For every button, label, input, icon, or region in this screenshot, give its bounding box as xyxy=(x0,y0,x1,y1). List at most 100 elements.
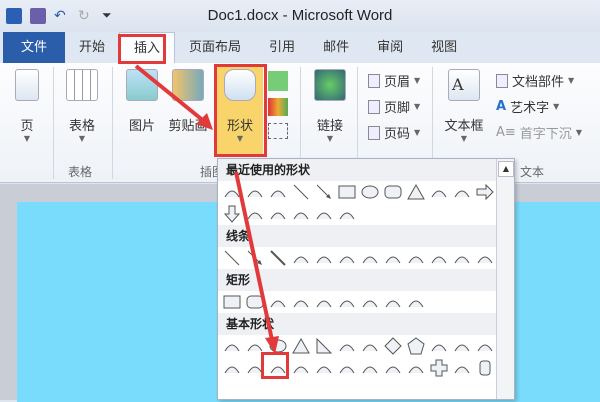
tab-review[interactable]: 审阅 xyxy=(363,32,417,63)
trapezoid-shape-icon[interactable] xyxy=(360,336,380,356)
can-shape-icon[interactable] xyxy=(475,358,495,378)
tab-page-layout[interactable]: 页面布局 xyxy=(175,32,255,63)
highlight-insert-tab xyxy=(118,34,166,64)
footer-button[interactable]: 页脚 ▼ xyxy=(368,97,420,116)
textbox-shape-icon[interactable] xyxy=(222,336,242,356)
round1-shape-icon[interactable] xyxy=(360,292,380,312)
arc-shape-icon[interactable] xyxy=(291,204,311,224)
clipart-button[interactable]: 剪贴画 xyxy=(165,69,211,134)
elbow-shape-icon[interactable] xyxy=(291,248,311,268)
textbox-button[interactable]: A 文本框 ▼ xyxy=(440,69,488,143)
oval-shape-icon[interactable] xyxy=(360,182,380,202)
ribbon-tabs: 文件 开始 插入 页面布局 引用 邮件 审阅 视图 xyxy=(0,32,600,63)
tab-view[interactable]: 视图 xyxy=(417,32,471,63)
tab-mailings[interactable]: 邮件 xyxy=(309,32,363,63)
screenshot-icon[interactable] xyxy=(268,123,288,139)
scribble-shape-icon[interactable] xyxy=(268,204,288,224)
diamond-shape-icon[interactable] xyxy=(383,336,403,356)
line-shape-icon[interactable] xyxy=(222,248,242,268)
explosion-shape-icon[interactable] xyxy=(222,182,242,202)
gallery-scrollbar[interactable]: ▲ xyxy=(496,159,514,399)
rounded-rect-shape-icon[interactable] xyxy=(245,292,265,312)
elbow-shape-icon[interactable] xyxy=(429,182,449,202)
plaque-shape-icon[interactable] xyxy=(452,358,472,378)
down-arrow-shape-icon[interactable] xyxy=(222,204,242,224)
gallery-section-title: 最近使用的形状 xyxy=(218,159,497,181)
drop-cap-button[interactable]: A≡ 首字下沉 ▼ xyxy=(496,123,582,142)
header-label: 页眉 xyxy=(384,75,411,90)
brace-shape-icon[interactable] xyxy=(337,204,357,224)
tab-file[interactable]: 文件 xyxy=(3,32,65,63)
page-number-label: 页码 xyxy=(384,127,411,142)
picture-button[interactable]: 图片 xyxy=(122,69,162,134)
triangle-shape-icon[interactable] xyxy=(406,182,426,202)
page-button[interactable]: 页 ▼ xyxy=(12,69,42,143)
decagon-shape-icon[interactable] xyxy=(222,358,242,378)
hexagon-shape-icon[interactable] xyxy=(429,336,449,356)
half-frame-shape-icon[interactable] xyxy=(360,358,380,378)
snip-diag-shape-icon[interactable] xyxy=(314,292,334,312)
wordart-button[interactable]: A 艺术字 ▼ xyxy=(496,97,559,116)
round2-shape-icon[interactable] xyxy=(383,292,403,312)
curve-arrow-shape-icon[interactable] xyxy=(383,248,403,268)
scribble-shape-icon[interactable] xyxy=(475,248,495,268)
chart-icon[interactable] xyxy=(268,98,288,116)
tab-references[interactable]: 引用 xyxy=(255,32,309,63)
teardrop-shape-icon[interactable] xyxy=(314,358,334,378)
curve-double-shape-icon[interactable] xyxy=(406,248,426,268)
pentagon-shape-icon[interactable] xyxy=(406,336,426,356)
header-button[interactable]: 页眉 ▼ xyxy=(368,71,420,90)
page-label: 页 xyxy=(20,119,34,134)
clipart-label: 剪贴画 xyxy=(168,119,208,134)
l-shape-shape-icon[interactable] xyxy=(383,358,403,378)
heptagon-shape-icon[interactable] xyxy=(452,336,472,356)
elbow-double-shape-icon[interactable] xyxy=(337,248,357,268)
cross-shape-icon[interactable] xyxy=(429,358,449,378)
page-number-button[interactable]: 页码 ▼ xyxy=(368,123,420,142)
parallelogram-shape-icon[interactable] xyxy=(337,336,357,356)
link-button[interactable]: 链接 ▼ xyxy=(310,69,350,143)
arrow-line-shape-icon[interactable] xyxy=(245,248,265,268)
table-button[interactable]: 表格 ▼ xyxy=(62,69,102,143)
picture-icon xyxy=(126,69,158,101)
gallery-row xyxy=(218,181,497,203)
vertical-textbox-shape-icon[interactable] xyxy=(268,182,288,202)
double-arrow-shape-icon[interactable] xyxy=(268,248,288,268)
curve-shape-icon[interactable] xyxy=(429,248,449,268)
freeform-shape-icon[interactable] xyxy=(452,248,472,268)
tab-home[interactable]: 开始 xyxy=(65,32,119,63)
rounded-rect-shape-icon[interactable] xyxy=(383,182,403,202)
quick-parts-button[interactable]: 文档部件 ▼ xyxy=(496,71,574,90)
rectangle-shape-icon[interactable] xyxy=(222,292,242,312)
round-snip-shape-icon[interactable] xyxy=(337,292,357,312)
curve-shape-icon[interactable] xyxy=(314,204,334,224)
octagon-shape-icon[interactable] xyxy=(475,336,495,356)
page-number-icon xyxy=(368,125,380,140)
arrow-line-shape-icon[interactable] xyxy=(314,182,334,202)
link-label: 链接 xyxy=(316,119,343,134)
textbox-icon: A xyxy=(448,69,480,101)
gallery-row xyxy=(218,291,497,313)
elbow-arrow-shape-icon[interactable] xyxy=(452,182,472,202)
round-diag-shape-icon[interactable] xyxy=(406,292,426,312)
textbox-shape-icon[interactable] xyxy=(245,182,265,202)
smartart-icon[interactable] xyxy=(268,71,288,91)
snip1-shape-icon[interactable] xyxy=(268,292,288,312)
diagonal-stripe-shape-icon[interactable] xyxy=(406,358,426,378)
line-shape-icon[interactable] xyxy=(291,182,311,202)
right-triangle-shape-icon[interactable] xyxy=(314,336,334,356)
drop-cap-icon: A≡ xyxy=(496,125,516,140)
wave-shape-icon[interactable] xyxy=(245,204,265,224)
group-label-text: 文本 xyxy=(520,165,545,179)
triangle-shape-icon[interactable] xyxy=(291,336,311,356)
scroll-up-icon[interactable]: ▲ xyxy=(498,161,514,177)
frame-shape-icon[interactable] xyxy=(337,358,357,378)
chord-shape-icon[interactable] xyxy=(291,358,311,378)
right-arrow-shape-icon[interactable] xyxy=(475,182,495,202)
snip2-shape-icon[interactable] xyxy=(291,292,311,312)
rectangle-shape-icon[interactable] xyxy=(337,182,357,202)
clipart-icon xyxy=(172,69,204,101)
header-icon xyxy=(368,73,380,88)
curve-connector-shape-icon[interactable] xyxy=(360,248,380,268)
elbow-arrow-shape-icon[interactable] xyxy=(314,248,334,268)
